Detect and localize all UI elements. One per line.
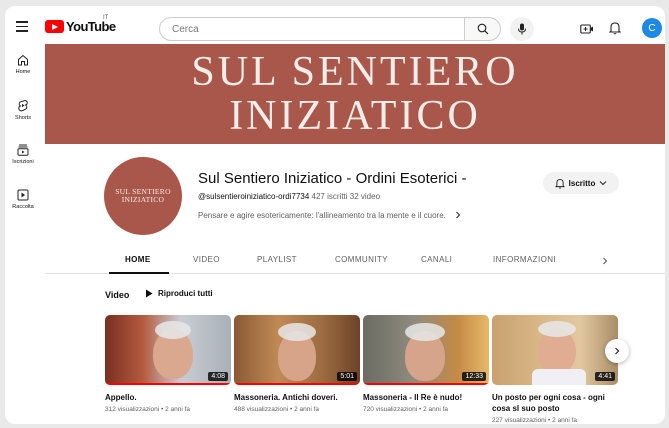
- search-input[interactable]: [172, 23, 464, 35]
- watch-progress-bar: [363, 382, 489, 385]
- bell-icon: [554, 178, 565, 189]
- tab-canali[interactable]: CANALI: [421, 255, 452, 264]
- voice-search-button[interactable]: [510, 17, 534, 41]
- channel-avatar-line-2: INIZIATICO: [121, 195, 165, 204]
- video-views: 720 visualizzazioni: [363, 406, 418, 413]
- video-duration: 4:08: [208, 372, 228, 381]
- sidebar-item-label: Home: [15, 69, 31, 75]
- logo-text: YouTube: [66, 19, 116, 34]
- video-meta: 488 visualizzazioni • 2 anni fa: [234, 406, 320, 413]
- tab-community[interactable]: COMMUNITY: [335, 255, 388, 264]
- shorts-icon: [18, 99, 28, 112]
- play-all-button[interactable]: Riproduci tutti: [145, 289, 213, 298]
- top-bar: YouTube IT C: [5, 6, 665, 46]
- banner-title-line-2: INIZIATICO: [229, 93, 481, 139]
- play-all-label: Riproduci tutti: [158, 289, 213, 298]
- notifications-bell-icon[interactable]: [608, 21, 622, 40]
- subscriptions-icon: [17, 144, 29, 156]
- sidebar-item-label: Raccolta: [12, 204, 34, 210]
- watch-progress-bar: [234, 382, 360, 385]
- video-title-line-1: Un posto per ogni cosa - ogni: [492, 393, 605, 402]
- channel-handle: @sulsentieroiniziatico-ordi7734: [198, 192, 310, 201]
- video-card[interactable]: 5:01 Massoneria. Antichi doveri. 488 vis…: [234, 315, 360, 413]
- banner-title-line-1: SUL SENTIERO: [191, 49, 519, 95]
- menu-icon[interactable]: [16, 21, 28, 32]
- watch-progress-bar: [105, 382, 231, 385]
- search-box[interactable]: [159, 17, 465, 41]
- tab-informazioni[interactable]: INFORMAZIONI: [493, 255, 556, 264]
- video-thumbnail[interactable]: 12:33: [363, 315, 489, 385]
- video-duration: 4:41: [595, 372, 615, 381]
- chevron-right-icon: [456, 211, 461, 219]
- channel-name: Sul Sentiero Iniziatico - Ordini Esoteri…: [198, 170, 467, 187]
- thumbnail-hair: [538, 321, 576, 337]
- sidebar-item-label: Shorts: [15, 115, 31, 121]
- sidebar: Home Shorts Iscrizioni Raccolta: [5, 48, 41, 228]
- video-age: 2 anni fa: [294, 406, 320, 413]
- video-title-line-2: cosa sl suo posto: [492, 404, 560, 413]
- subscriber-count: 427 iscritti: [311, 192, 348, 201]
- user-avatar[interactable]: C: [642, 18, 662, 38]
- section-title: Video: [105, 290, 130, 300]
- chevron-down-icon: [599, 181, 607, 186]
- video-age: 2 anni fa: [552, 417, 578, 424]
- subscribed-button[interactable]: Iscritto: [543, 172, 619, 194]
- video-card[interactable]: 4:08 Appello. 312 visualizzazioni • 2 an…: [105, 315, 231, 413]
- search-icon: [477, 23, 488, 35]
- thumbnail-hair: [155, 321, 191, 339]
- channel-description[interactable]: Pensare e agire esotericamente: l'alline…: [198, 211, 462, 220]
- video-duration: 12:33: [462, 372, 486, 381]
- subscribed-label: Iscritto: [568, 178, 596, 188]
- play-icon: [146, 289, 153, 298]
- thumbnail-hair: [278, 323, 316, 341]
- library-icon: [17, 189, 29, 201]
- video-card[interactable]: 12:33 Massoneria - Il Re è nudo! 720 vis…: [363, 315, 489, 413]
- logo-region: IT: [103, 15, 109, 21]
- channel-tabs: HOME VIDEO PLAYLIST COMMUNITY CANALI INF…: [45, 246, 665, 274]
- video-card[interactable]: 4:41 Un posto per ogni cosa - ogni cosa s…: [492, 315, 618, 424]
- tabs-scroll-right-icon[interactable]: [601, 257, 609, 265]
- video-views: 312 visualizzazioni: [105, 406, 160, 413]
- video-meta: 227 visualizzazioni • 2 anni fa: [492, 417, 578, 424]
- sidebar-item-label: Iscrizioni: [12, 159, 34, 165]
- video-views: 227 visualizzazioni: [492, 417, 547, 424]
- youtube-play-icon: [45, 20, 64, 33]
- home-icon: [18, 54, 28, 66]
- tab-video[interactable]: VIDEO: [193, 255, 220, 264]
- search-button[interactable]: [465, 17, 501, 41]
- sidebar-item-shorts[interactable]: Shorts: [5, 93, 41, 138]
- shelf-next-button[interactable]: [605, 339, 629, 363]
- video-title[interactable]: Massoneria. Antichi doveri.: [234, 392, 360, 403]
- youtube-logo[interactable]: YouTube IT: [45, 15, 116, 34]
- video-age: 2 anni fa: [423, 406, 449, 413]
- video-thumbnail[interactable]: 4:08: [105, 315, 231, 385]
- video-meta: 720 visualizzazioni • 2 anni fa: [363, 406, 449, 413]
- thumbnail-hair: [405, 323, 445, 341]
- video-thumbnail[interactable]: 4:41: [492, 315, 618, 385]
- tab-home[interactable]: HOME: [125, 255, 151, 264]
- channel-description-text: Pensare e agire esotericamente: l'alline…: [198, 211, 446, 220]
- browser-frame: YouTube IT C Home Shorts I: [5, 6, 665, 424]
- chevron-right-icon: [615, 347, 620, 355]
- video-duration: 5:01: [337, 372, 357, 381]
- video-meta: 312 visualizzazioni • 2 anni fa: [105, 406, 191, 413]
- channel-banner: SUL SENTIERO INIZIATICO: [45, 44, 665, 144]
- video-age: 2 anni fa: [165, 406, 191, 413]
- sidebar-item-home[interactable]: Home: [5, 48, 41, 93]
- sidebar-item-library[interactable]: Raccolta: [5, 183, 41, 228]
- video-count: 32 video: [349, 192, 381, 201]
- microphone-icon: [518, 23, 526, 35]
- sidebar-item-subscriptions[interactable]: Iscrizioni: [5, 138, 41, 183]
- video-thumbnail[interactable]: 5:01: [234, 315, 360, 385]
- tab-playlist[interactable]: PLAYLIST: [257, 255, 297, 264]
- channel-meta: @sulsentieroiniziatico-ordi7734 427 iscr…: [198, 192, 380, 201]
- create-video-icon[interactable]: [580, 22, 594, 40]
- video-title[interactable]: Appello.: [105, 392, 231, 403]
- video-views: 488 visualizzazioni: [234, 406, 289, 413]
- video-title[interactable]: Un posto per ogni cosa - ogni cosa sl suo…: [492, 392, 618, 414]
- video-title[interactable]: Massoneria - Il Re è nudo!: [363, 392, 489, 403]
- active-tab-indicator: [109, 272, 169, 274]
- channel-avatar[interactable]: SUL SENTIERO INIZIATICO: [104, 157, 182, 235]
- thumbnail-shirt: [532, 369, 586, 385]
